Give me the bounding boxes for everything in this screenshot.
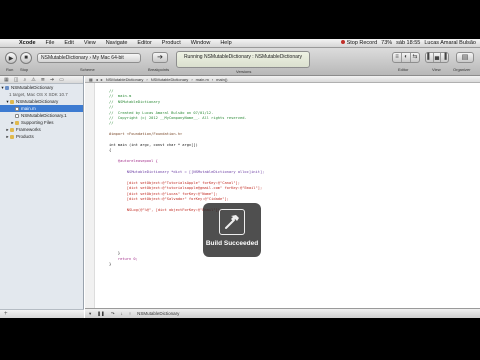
source-editor[interactable]: //// main.m// NSMutableDictionary//// Cr… [85,83,480,308]
debug-bar: ▾ ❚❚ ↷ ↓ ↑ NSMutableDictionary [85,308,480,318]
jump-bar: ▦ ◂ ▸ NSMutableDictionary › NSMutableDic… [85,76,480,83]
search-nav-icon[interactable]: ⌕ [23,77,26,83]
navigator-toggle-icon[interactable]: ▌ [426,53,434,62]
activity-caption: Versions [236,69,252,74]
nav-item-main-m[interactable]: main.m [0,105,83,112]
step-out-icon[interactable]: ↑ [129,311,131,316]
code-line[interactable]: } [109,262,264,267]
back-arrow-icon[interactable]: ◂ [96,77,98,82]
hammer-icon [219,209,245,235]
record-indicator[interactable]: Stop Record [340,40,377,46]
breakpoints-label: Breakpoints [148,67,170,72]
nav-item-project-sub: 1 target, Mac OS X SDK 10.7 [9,92,68,97]
menu-window[interactable]: Window [186,40,216,46]
build-status-hud: Build Succeeded [203,203,261,257]
battery-status[interactable]: 73% [381,40,392,46]
step-in-icon[interactable]: ↓ [121,311,123,316]
editor-segmented-control[interactable]: ≡ ◐ ⇆ [392,52,420,63]
organizer-button[interactable]: ▤ [456,52,474,63]
menu-xcode[interactable]: Xcode [14,40,41,46]
play-icon: ▶ [8,55,14,62]
jump-item-project[interactable]: NSMutableDictionary [106,77,144,82]
folder-icon [10,134,14,139]
navigator-tabs: ▦ ◫ ⌕ ⚠ ≣ ➔ ▭ [0,76,83,84]
code-line[interactable]: // Copyright (c) 2012 __MyCompanyName__.… [109,116,264,121]
jump-separator-icon: › [211,76,214,82]
run-button[interactable]: ▶ [5,52,17,64]
menu-file[interactable]: File [41,40,60,46]
jump-item-group[interactable]: NSMutableDictionary [151,77,189,82]
assistant-editor-icon[interactable]: ◐ [402,53,411,62]
breakpoint-arrow-icon: ➔ [157,54,163,61]
forward-arrow-icon[interactable]: ▸ [101,77,103,82]
debug-toggle-icon[interactable]: ▄ [434,53,442,62]
menu-bar: Xcode File Edit View Navigate Editor Pro… [0,39,480,48]
organizer-icon: ▤ [461,54,469,61]
jump-item-function[interactable]: main() [216,77,227,82]
jump-separator-icon: › [191,76,193,82]
folder-icon [10,127,14,132]
file-icon [15,113,19,118]
build-succeeded-label: Build Succeeded [205,240,259,247]
xcode-window: Xcode File Edit View Navigate Editor Pro… [0,39,480,318]
activity-viewer: Running NSMutableDictionary : NSMutableD… [176,51,310,68]
nav-item-supporting-files[interactable]: ▸ Supporting Files [0,119,83,126]
log-nav-icon[interactable]: ▭ [59,77,64,83]
standard-editor-icon[interactable]: ≡ [393,53,402,62]
nav-item-group[interactable]: ▾ NSMutableDictionary [0,98,83,105]
stop-icon: ■ [24,55,28,61]
add-file-button[interactable]: + [0,309,84,318]
editor-label: Editor [398,67,409,72]
version-editor-icon[interactable]: ⇆ [411,53,419,62]
debug-toggle-icon[interactable]: ▾ [89,311,91,317]
folder-icon [15,120,19,125]
nav-item-manpage[interactable]: NSMutableDictionary.1 [0,112,83,119]
menu-view[interactable]: View [79,40,101,46]
project-navigator: ▦ ◫ ⌕ ⚠ ≣ ➔ ▭ ▾ NSMutableDictionary 1 tar… [0,76,84,318]
nav-item-products[interactable]: ▸ Products [0,133,83,140]
menu-user[interactable]: Lucas Amaral Bulsão [424,40,476,46]
run-label: Run [6,67,14,72]
view-segmented-control[interactable]: ▌ ▄ ▐ [425,52,449,63]
menu-editor[interactable]: Editor [132,40,156,46]
code-line[interactable]: NSMutableDictionary *dict = [[NSMutableD… [109,170,265,175]
project-icon [5,85,9,90]
scheme-selector[interactable]: NSMutableDictionary › My Mac 64-bit [37,53,141,63]
menu-edit[interactable]: Edit [59,40,78,46]
activity-subtitle [177,60,309,62]
record-dot-icon [340,40,345,44]
menu-navigate[interactable]: Navigate [101,40,133,46]
project-nav-icon[interactable]: ▦ [4,77,9,83]
nav-item-frameworks[interactable]: ▸ Frameworks [0,126,83,133]
breakpoints-button[interactable]: ➔ [152,52,168,63]
scheme-label: Scheme [80,67,95,72]
jump-separator-icon: › [146,76,148,82]
editor-gutter[interactable] [85,83,95,308]
symbol-nav-icon[interactable]: ◫ [14,77,19,83]
organizer-label: Organizer [453,67,471,72]
menu-help[interactable]: Help [215,40,236,46]
related-files-icon[interactable]: ▦ [89,77,93,82]
jump-item-file[interactable]: main.m [196,77,209,82]
status-area: Stop Record 73% sáb 18:55 Lucas Amaral B… [340,40,480,46]
pause-icon[interactable]: ❚❚ [97,311,105,317]
breakpoint-nav-icon[interactable]: ➔ [50,77,54,83]
nav-item-project[interactable]: ▾ NSMutableDictionary [0,84,83,91]
step-over-icon[interactable]: ↷ [111,311,115,317]
menu-product[interactable]: Product [157,40,186,46]
stop-label: Stop [20,67,29,72]
view-label: View [432,67,441,72]
issue-nav-icon[interactable]: ⚠ [31,77,35,83]
debug-nav-icon[interactable]: ≣ [41,77,45,83]
utilities-toggle-icon[interactable]: ▐ [441,53,448,62]
toolbar: ▶ ■ Run Stop NSMutableDictionary › My Ma… [0,48,480,76]
activity-title: Running NSMutableDictionary : NSMutableD… [183,54,303,60]
code-line[interactable]: [dict setObject:@"tutorialsapple@gmail.c… [109,186,264,191]
folder-icon [10,99,14,104]
stop-button[interactable]: ■ [20,52,32,64]
debug-target-label: NSMutableDictionary [137,311,180,316]
menu-clock[interactable]: sáb 18:55 [396,40,420,46]
file-icon [15,106,19,111]
